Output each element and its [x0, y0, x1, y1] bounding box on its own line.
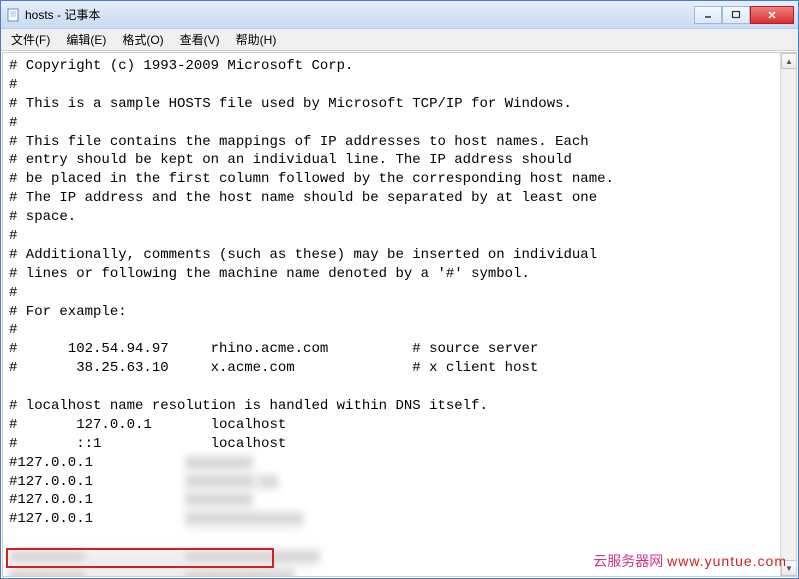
- text-line: # lines or following the machine name de…: [9, 266, 530, 282]
- text-line: # Additionally, comments (such as these)…: [9, 247, 597, 263]
- text-line: # entry should be kept on an individual …: [9, 152, 572, 168]
- file-contents[interactable]: # Copyright (c) 1993-2009 Microsoft Corp…: [3, 53, 796, 577]
- watermark-url: www.yuntue.com: [667, 553, 787, 569]
- text-line: #127.0.0.1: [9, 492, 185, 508]
- text-line: # be placed in the first column followed…: [9, 171, 614, 187]
- maximize-button[interactable]: [722, 6, 750, 24]
- menu-edit[interactable]: 编辑(E): [58, 29, 114, 50]
- window-controls: [694, 6, 794, 24]
- minimize-button[interactable]: [694, 6, 722, 24]
- text-line: #: [9, 115, 17, 131]
- text-line: #127.0.0.1: [9, 474, 185, 490]
- redacted-text: xxxxxxxxxxxxxx: [185, 510, 303, 529]
- notepad-window: hosts - 记事本 文件(F) 编辑(E) 格式(O) 查看(V) 帮助(H…: [0, 0, 799, 579]
- close-button[interactable]: [750, 6, 794, 24]
- text-line: # The IP address and the host name shoul…: [9, 190, 597, 206]
- text-line: # 127.0.0.1 localhost: [9, 417, 286, 433]
- redacted-text: xxxxxxxx: [185, 454, 252, 473]
- text-line: # Copyright (c) 1993-2009 Microsoft Corp…: [9, 58, 353, 74]
- text-line: # localhost name resolution is handled w…: [9, 398, 488, 414]
- redacted-text: xxxxxxxxx xxxxxxxxxxxxx: [9, 567, 295, 577]
- text-line: #: [9, 77, 17, 93]
- menu-format[interactable]: 格式(O): [114, 29, 171, 50]
- text-line: #127.0.0.1: [9, 511, 185, 527]
- text-line: #127.0.0.1: [9, 455, 185, 471]
- menu-view[interactable]: 查看(V): [172, 29, 228, 50]
- text-line: #: [9, 228, 17, 244]
- menubar: 文件(F) 编辑(E) 格式(O) 查看(V) 帮助(H): [1, 29, 798, 51]
- window-title: hosts - 记事本: [25, 6, 694, 23]
- redacted-text: xxxxxxxx: [185, 491, 252, 510]
- notepad-icon: [5, 7, 21, 23]
- scroll-up-button[interactable]: ▲: [781, 53, 797, 69]
- text-line: # 102.54.94.97 rhino.acme.com # source s…: [9, 341, 538, 357]
- titlebar[interactable]: hosts - 记事本: [1, 1, 798, 29]
- redacted-text: xxxxxxxx xx: [185, 473, 277, 492]
- text-line: # For example:: [9, 304, 127, 320]
- watermark-cn: 云服务器网: [593, 553, 663, 569]
- menu-file[interactable]: 文件(F): [3, 29, 58, 50]
- text-line: # This file contains the mappings of IP …: [9, 134, 589, 150]
- menu-help[interactable]: 帮助(H): [228, 29, 285, 50]
- vertical-scrollbar[interactable]: ▲ ▼: [780, 53, 796, 576]
- redacted-text: xxxxxxxxx xxxxxxxxxxxxxxxx: [9, 548, 320, 567]
- text-area[interactable]: # Copyright (c) 1993-2009 Microsoft Corp…: [2, 52, 797, 577]
- text-line: # 38.25.63.10 x.acme.com # x client host: [9, 360, 538, 376]
- text-line: # space.: [9, 209, 76, 225]
- text-line: #: [9, 322, 17, 338]
- watermark: 云服务器网 www.yuntue.com: [593, 551, 787, 571]
- text-line: # This is a sample HOSTS file used by Mi…: [9, 96, 572, 112]
- text-line: #: [9, 285, 17, 301]
- text-line: # ::1 localhost: [9, 436, 286, 452]
